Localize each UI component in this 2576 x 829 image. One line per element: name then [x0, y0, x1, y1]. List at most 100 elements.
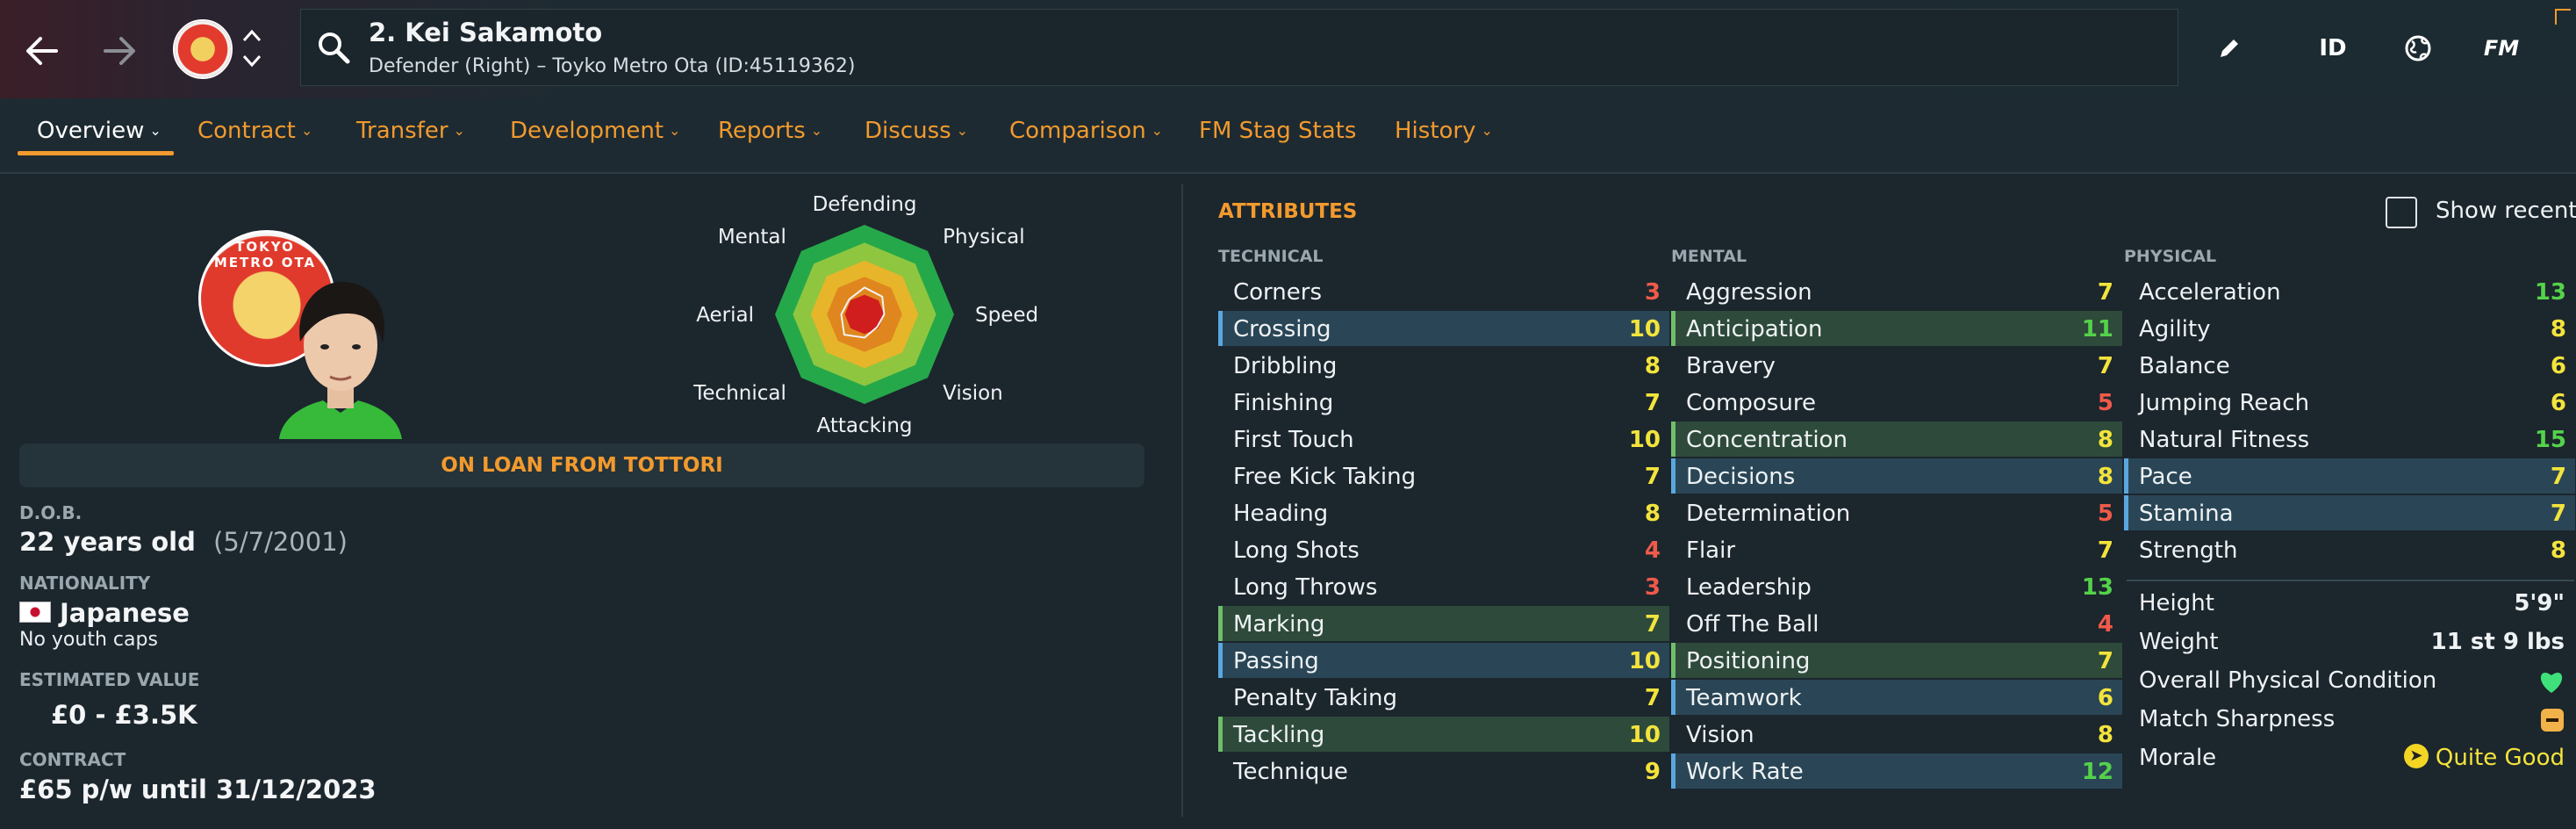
morale-row[interactable]: Morale ➤ Quite Good	[2139, 740, 2565, 775]
attribute-row-marking[interactable]: Marking 7	[1218, 606, 1669, 641]
attribute-row-dribbling[interactable]: Dribbling 8	[1218, 348, 1669, 383]
attribute-row-crossing[interactable]: Crossing 10	[1218, 311, 1669, 346]
forward-button[interactable]	[93, 25, 146, 77]
attribute-value: 8	[1644, 501, 1661, 527]
player-up-down-icon[interactable]	[239, 25, 265, 72]
arrow-right-icon	[104, 37, 135, 65]
height-row: Height 5'9"	[2139, 590, 2565, 616]
attribute-row-stamina[interactable]: Stamina 7	[2124, 495, 2575, 530]
attribute-value: 7	[1644, 611, 1661, 638]
attribute-name: Penalty Taking	[1233, 685, 1398, 711]
tab-reports[interactable]: Reports ⌄	[718, 118, 822, 144]
chevron-down-icon: ⌄	[300, 122, 313, 139]
attribute-value: 6	[2550, 353, 2566, 379]
id-label: ID	[2319, 35, 2347, 61]
attribute-row-positioning[interactable]: Positioning 7	[1671, 643, 2122, 678]
attribute-value: 7	[1644, 685, 1661, 711]
show-recent-checkbox[interactable]	[2386, 197, 2417, 228]
mental-header: MENTAL	[1671, 247, 1747, 266]
attribute-row-tackling[interactable]: Tackling 10	[1218, 717, 1669, 752]
fm-button[interactable]: FM	[2477, 26, 2526, 70]
tab-development[interactable]: Development ⌄	[510, 118, 680, 144]
radar-label-speed: Speed	[975, 304, 1038, 327]
attribute-row-flair[interactable]: Flair 7	[1671, 532, 2122, 567]
attribute-row-bravery[interactable]: Bravery 7	[1671, 348, 2122, 383]
attribute-row-finishing[interactable]: Finishing 7	[1218, 385, 1669, 420]
condition-row[interactable]: Overall Physical Condition	[2139, 663, 2565, 698]
tab-overview[interactable]: Overview ⌄	[37, 118, 161, 144]
attribute-row-passing[interactable]: Passing 10	[1218, 643, 1669, 678]
attribute-row-first-touch[interactable]: First Touch 10	[1218, 422, 1669, 457]
club-crest[interactable]	[173, 19, 233, 79]
chevron-down-icon: ⌄	[810, 122, 823, 139]
attribute-name: Crossing	[1233, 316, 1331, 342]
attribute-name: Acceleration	[2139, 279, 2281, 306]
heart-icon	[2540, 672, 2563, 693]
attribute-value: 6	[2097, 685, 2113, 711]
attribute-row-long-shots[interactable]: Long Shots 4	[1218, 532, 1669, 567]
attribute-row-corners[interactable]: Corners 3	[1218, 274, 1669, 309]
chevron-down-icon: ⌄	[149, 122, 161, 139]
player-name: 2. Kei Sakamoto	[369, 18, 603, 47]
attribute-name: Technique	[1233, 759, 1348, 785]
attribute-row-jumping-reach[interactable]: Jumping Reach 6	[2124, 385, 2575, 420]
radar-label-vision: Vision	[943, 382, 1003, 405]
attribute-name: First Touch	[1233, 427, 1354, 453]
attribute-row-vision[interactable]: Vision 8	[1671, 717, 2122, 752]
attribute-name: Marking	[1233, 611, 1325, 638]
attribute-row-natural-fitness[interactable]: Natural Fitness 15	[2124, 422, 2575, 457]
attribute-row-concentration[interactable]: Concentration 8	[1671, 422, 2122, 457]
attribute-name: Balance	[2139, 353, 2230, 379]
attribute-name: Off The Ball	[1686, 611, 1819, 638]
attribute-row-balance[interactable]: Balance 6	[2124, 348, 2575, 383]
tab-discuss[interactable]: Discuss ⌄	[865, 118, 968, 144]
edit-button[interactable]	[2212, 26, 2247, 70]
attribute-name: Long Shots	[1233, 537, 1360, 564]
dob-value: 22 years old (5/7/2001)	[19, 527, 348, 557]
attribute-row-technique[interactable]: Technique 9	[1218, 753, 1669, 789]
tab-fm-stag-stats[interactable]: FM Stag Stats	[1199, 118, 1356, 144]
attribute-value: 8	[2097, 722, 2113, 748]
sharpness-row[interactable]: Match Sharpness	[2139, 702, 2565, 737]
attribute-name: Heading	[1233, 501, 1329, 527]
attribute-row-agility[interactable]: Agility 8	[2124, 311, 2575, 346]
nationality-value: Japanese	[19, 598, 190, 628]
attribute-row-anticipation[interactable]: Anticipation 11	[1671, 311, 2122, 346]
attribute-row-decisions[interactable]: Decisions 8	[1671, 458, 2122, 494]
id-button[interactable]: ID	[2314, 26, 2352, 70]
tab-contract[interactable]: Contract ⌄	[197, 118, 312, 144]
attribute-name: Tackling	[1233, 722, 1325, 748]
physical-info-divider	[2127, 580, 2574, 581]
back-button[interactable]	[16, 25, 68, 77]
show-recent-label[interactable]: Show recent	[2436, 198, 2576, 224]
attribute-row-composure[interactable]: Composure 5	[1671, 385, 2122, 420]
globe-button[interactable]	[2399, 26, 2437, 70]
attribute-row-acceleration[interactable]: Acceleration 13	[2124, 274, 2575, 309]
youth-caps: No youth caps	[19, 629, 158, 651]
attribute-row-pace[interactable]: Pace 7	[2124, 458, 2575, 494]
tab-transfer[interactable]: Transfer ⌄	[356, 118, 465, 144]
active-tab-indicator	[18, 151, 174, 155]
attribute-row-work-rate[interactable]: Work Rate 12	[1671, 753, 2122, 789]
attribute-row-determination[interactable]: Determination 5	[1671, 495, 2122, 530]
tab-history[interactable]: History ⌄	[1395, 118, 1493, 144]
attribute-row-teamwork[interactable]: Teamwork 6	[1671, 680, 2122, 715]
attribute-row-free-kick-taking[interactable]: Free Kick Taking 7	[1218, 458, 1669, 494]
attribute-row-leadership[interactable]: Leadership 13	[1671, 569, 2122, 604]
attribute-row-aggression[interactable]: Aggression 7	[1671, 274, 2122, 309]
attribute-name: Finishing	[1233, 390, 1334, 416]
attribute-name: Agility	[2139, 316, 2211, 342]
attribute-row-penalty-taking[interactable]: Penalty Taking 7	[1218, 680, 1669, 715]
attribute-name: Anticipation	[1686, 316, 1823, 342]
attribute-name: Work Rate	[1686, 759, 1804, 785]
tab-comparison[interactable]: Comparison ⌄	[1009, 118, 1163, 144]
attribute-name: Leadership	[1686, 574, 1812, 601]
attribute-value: 7	[2550, 464, 2566, 490]
attribute-row-strength[interactable]: Strength 8	[2124, 532, 2575, 567]
player-subtitle: Defender (Right) – Toyko Metro Ota (ID:4…	[369, 55, 856, 77]
attribute-row-long-throws[interactable]: Long Throws 3	[1218, 569, 1669, 604]
attribute-value: 4	[1644, 537, 1661, 564]
search-icon[interactable]	[314, 28, 353, 67]
attribute-row-off-the-ball[interactable]: Off The Ball 4	[1671, 606, 2122, 641]
attribute-row-heading[interactable]: Heading 8	[1218, 495, 1669, 530]
